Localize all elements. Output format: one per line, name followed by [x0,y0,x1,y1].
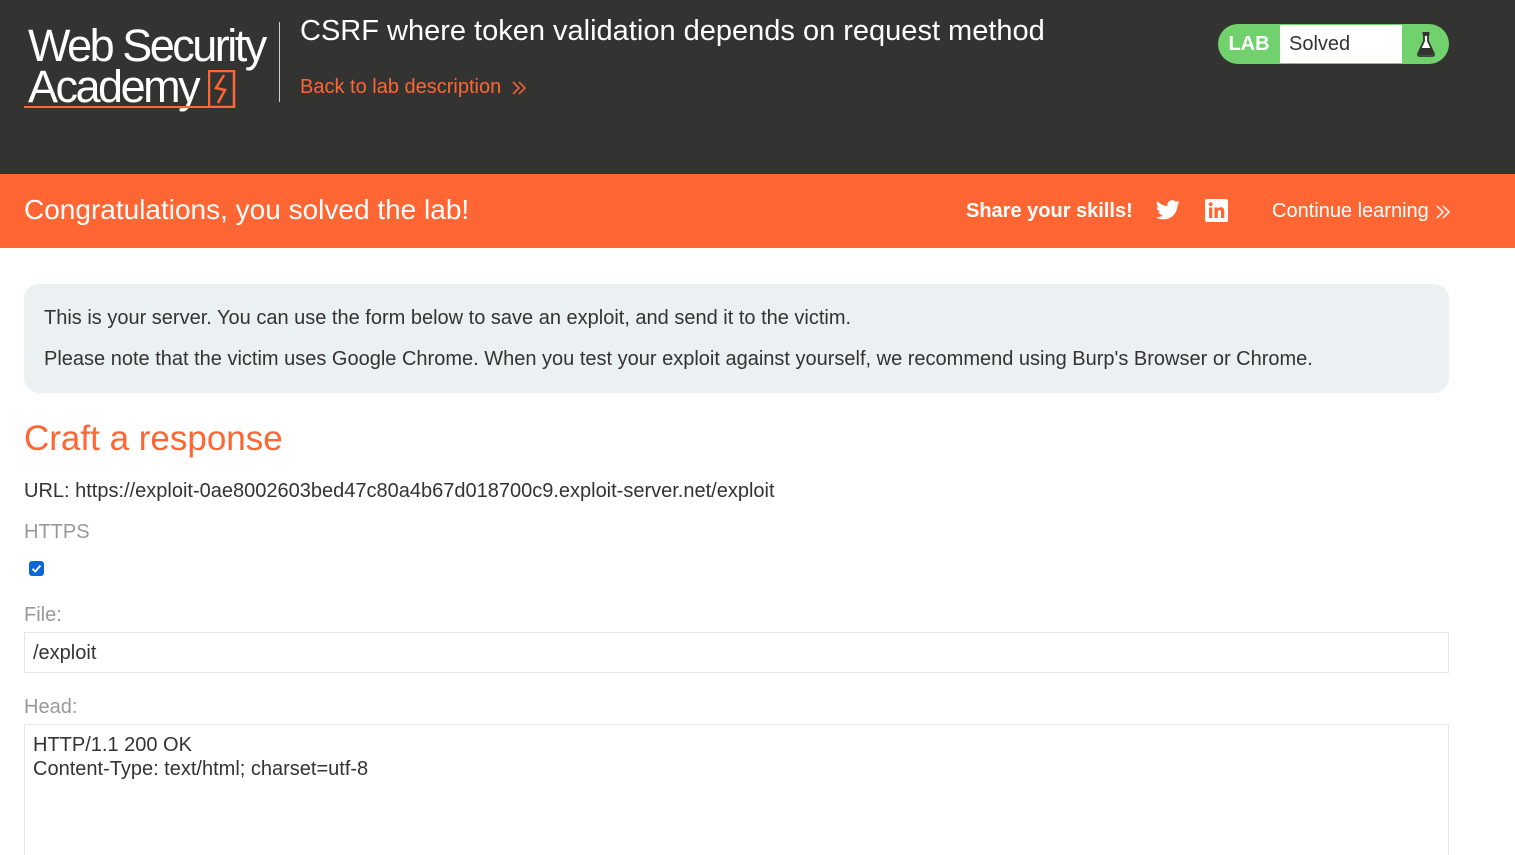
back-link-label: Back to lab description [300,76,502,98]
file-input[interactable]: /exploit [24,632,1449,673]
head-line1: HTTP/1.1 200 OK [33,734,192,756]
flask-icon [1402,24,1449,64]
header-divider [279,22,280,102]
checkmark-icon [31,564,42,573]
https-checkbox[interactable] [29,561,44,576]
back-to-lab-description-link[interactable]: Back to lab description [300,76,527,99]
continue-learning-link[interactable]: Continue learning [1272,200,1451,223]
server-info-box: This is your server. You can use the for… [24,284,1449,393]
share-skills-label: Share your skills! [966,200,1133,222]
info-text-line1: This is your server. You can use the for… [44,307,852,329]
congratulations-message: Congratulations, you solved the lab! [24,194,470,225]
lab-status-widget: LAB Solved [1218,24,1449,64]
academy-logo-icon [208,70,236,108]
file-label: File: [24,604,62,626]
linkedin-icon[interactable] [1205,199,1228,227]
continue-learning-label: Continue learning [1272,200,1429,222]
https-label: HTTPS [24,521,90,543]
chevron-right-icon [1436,204,1450,219]
chevron-right-icon [512,80,527,95]
solved-notification-banner: Congratulations, you solved the lab! Sha… [0,174,1515,248]
craft-response-heading: Craft a response [24,419,283,458]
logo-text-line2: Academy [28,61,201,112]
head-label: Head: [24,696,78,718]
twitter-icon[interactable] [1156,199,1180,226]
main-content: This is your server. You can use the for… [0,248,1515,855]
lab-status-value: Solved [1280,25,1402,63]
info-text-line2: Please note that the victim uses Google … [44,348,1313,370]
lab-status-tag: LAB [1228,32,1270,55]
head-line2: Content-Type: text/html; charset=utf-8 [33,758,369,780]
exploit-url: URL: https://exploit-0ae8002603bed47c80a… [24,480,775,502]
lab-title: CSRF where token validation depends on r… [300,15,1045,47]
academy-logo[interactable]: Web Security Academy [24,20,284,115]
logo-underline [24,106,208,108]
head-textarea[interactable]: HTTP/1.1 200 OK Content-Type: text/html;… [24,724,1449,855]
page-header: Web Security Academy CSRF where token va… [0,0,1515,174]
